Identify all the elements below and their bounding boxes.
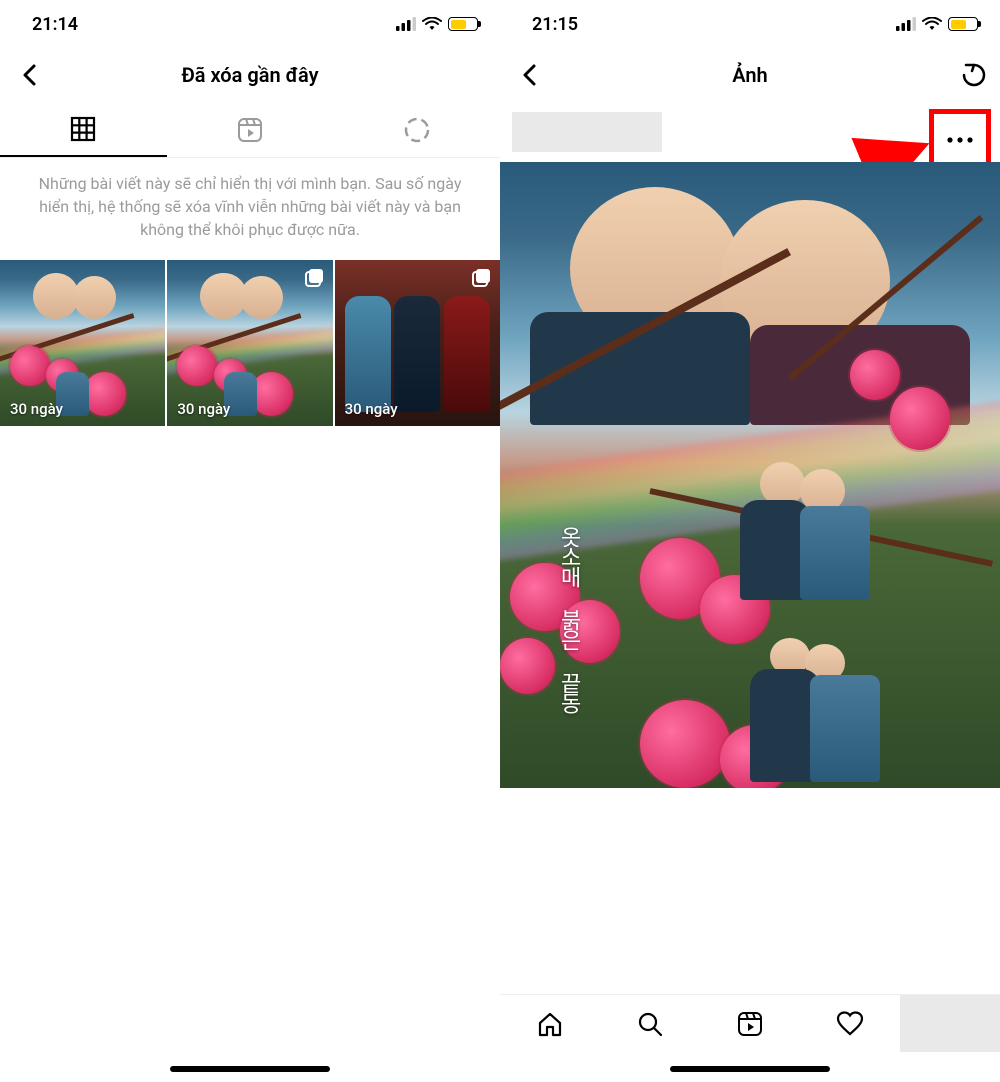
phone-left-recently-deleted: 21:14 Đã xóa gần đây Những bài viết này … (0, 0, 500, 1082)
back-button[interactable] (12, 64, 48, 86)
carousel-icon (305, 268, 325, 292)
username-placeholder[interactable] (512, 112, 662, 152)
deleted-item-3[interactable]: 30 ngày (335, 260, 500, 426)
wifi-icon (922, 17, 942, 31)
tab-search[interactable] (600, 995, 700, 1052)
tab-profile[interactable] (900, 995, 1000, 1052)
page-title: Ảnh (500, 63, 1000, 87)
back-button[interactable] (512, 64, 548, 86)
nav-header: Ảnh (500, 48, 1000, 102)
carousel-icon (472, 268, 492, 292)
status-icons (896, 17, 978, 31)
deletion-info-text: Những bài viết này sẽ chỉ hiển thị với m… (0, 158, 500, 260)
search-icon (636, 1010, 664, 1038)
heart-icon (836, 1010, 864, 1038)
more-options-button[interactable] (932, 112, 988, 168)
home-indicator (670, 1066, 830, 1072)
tab-activity[interactable] (800, 995, 900, 1052)
content-type-tabs (0, 102, 500, 158)
reels-icon (736, 1010, 764, 1038)
status-time: 21:15 (532, 14, 578, 35)
more-horizontal-icon (947, 137, 973, 143)
phone-right-photo-detail: 21:15 Ảnh (500, 0, 1000, 1082)
reels-icon (236, 116, 264, 144)
nav-header: Đã xóa gần đây (0, 48, 500, 102)
battery-icon (448, 17, 478, 31)
tab-reels[interactable] (700, 995, 800, 1052)
deleted-item-2[interactable]: 30 ngày (167, 260, 332, 426)
deleted-items-grid: 30 ngày 30 ngày (0, 260, 500, 426)
wifi-icon (422, 17, 442, 31)
cellular-icon (396, 17, 416, 31)
days-remaining-label: 30 ngày (177, 400, 230, 418)
deleted-item-1[interactable]: 30 ngày (0, 260, 165, 426)
tab-home[interactable] (500, 995, 600, 1052)
undo-icon (960, 61, 988, 89)
status-bar: 21:15 (500, 0, 1000, 48)
days-remaining-label: 30 ngày (10, 400, 63, 418)
tab-grid-posts[interactable] (0, 102, 167, 157)
days-remaining-label: 30 ngày (345, 400, 398, 418)
battery-icon (948, 17, 978, 31)
undo-button[interactable] (960, 61, 988, 89)
page-title: Đã xóa gần đây (0, 63, 500, 87)
post-header-row (500, 102, 1000, 162)
status-bar: 21:14 (0, 0, 500, 48)
tab-reels[interactable] (167, 102, 334, 157)
home-indicator (170, 1066, 330, 1072)
grid-icon (70, 116, 96, 142)
status-time: 21:14 (32, 14, 78, 35)
cellular-icon (896, 17, 916, 31)
photo-viewer[interactable]: 옷소매 붉은 끝동 (500, 162, 1000, 788)
status-icons (396, 17, 478, 31)
story-circle-icon (403, 116, 431, 144)
home-icon (536, 1010, 564, 1038)
bottom-tab-bar (500, 994, 1000, 1052)
tab-stories[interactable] (333, 102, 500, 157)
